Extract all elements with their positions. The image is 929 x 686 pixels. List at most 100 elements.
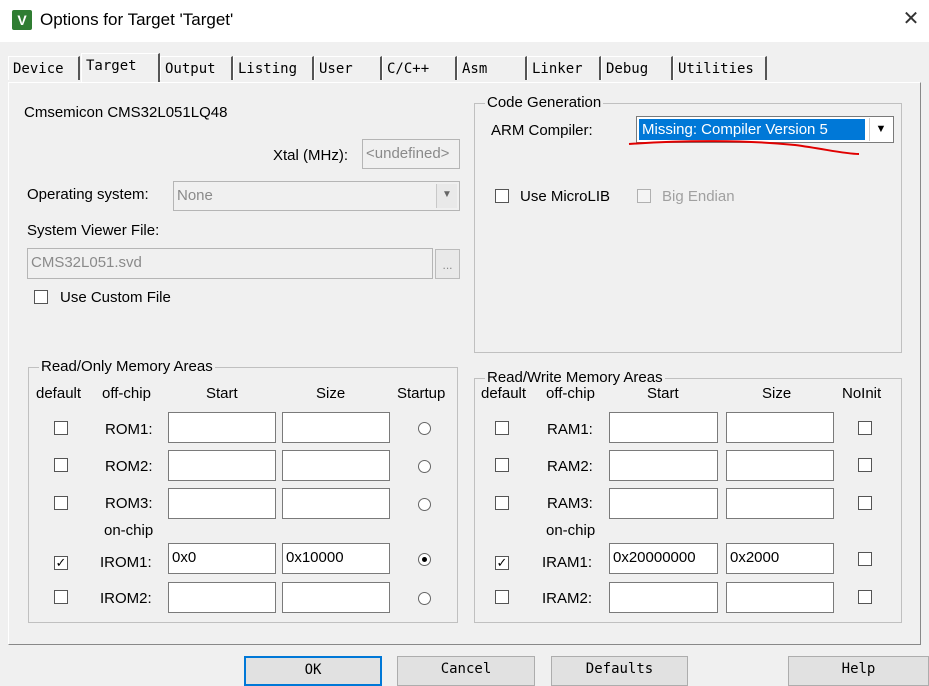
rom2-label: ROM2: [105,458,153,475]
tab-user[interactable]: User [314,56,382,80]
ram2-start-input[interactable] [609,450,718,481]
use-custom-file-label: Use Custom File [60,289,171,306]
ram3-default-checkbox[interactable] [495,496,509,510]
irom1-size-input[interactable]: 0x10000 [282,543,390,574]
tab-utilities[interactable]: Utilities [673,56,767,80]
os-label: Operating system: [27,186,149,203]
irom1-start-input[interactable]: 0x0 [168,543,276,574]
ram2-size-input[interactable] [726,450,834,481]
tab-debug[interactable]: Debug [601,56,673,80]
os-select[interactable]: None ▼ [173,181,460,211]
rw-header-offchip: off-chip [546,385,595,402]
keil-uvision-icon: V [12,10,32,30]
xtal-input[interactable]: <undefined> [362,139,460,169]
big-endian-checkbox[interactable] [637,189,651,203]
iram2-label: IRAM2: [542,590,593,607]
rom1-start-input[interactable] [168,412,276,443]
rom3-size-input[interactable] [282,488,390,519]
ram3-size-input[interactable] [726,488,834,519]
os-select-value: None [177,187,213,204]
rom2-start-input[interactable] [168,450,276,481]
irom1-label: IROM1: [100,554,152,571]
rw-header-default: default [481,385,527,402]
iram1-label: IRAM1: [542,554,593,571]
irom1-startup-radio[interactable] [418,553,431,566]
ro-header-default: default [36,385,82,402]
ram3-start-input[interactable] [609,488,718,519]
iram1-noinit-checkbox[interactable] [858,552,872,566]
iram1-start-input[interactable]: 0x20000000 [609,543,718,574]
iram1-size-input[interactable]: 0x2000 [726,543,834,574]
rom2-default-checkbox[interactable] [54,458,68,472]
use-microlib-checkbox[interactable] [495,189,509,203]
rw-header-start: Start [647,385,679,402]
rom3-start-input[interactable] [168,488,276,519]
rom3-label: ROM3: [105,495,153,512]
ram3-label: RAM3: [547,495,593,512]
ram2-label: RAM2: [547,458,593,475]
irom2-start-input[interactable] [168,582,276,613]
use-custom-file-checkbox[interactable] [34,290,48,304]
ro-header-start: Start [206,385,238,402]
iram1-default-checkbox[interactable]: ✓ [495,556,509,570]
irom2-size-input[interactable] [282,582,390,613]
title-bar: V Options for Target 'Target' ✕ [0,0,929,42]
irom2-startup-radio[interactable] [418,592,431,605]
red-underline-annotation [628,140,860,155]
chevron-down-icon: ▼ [869,118,892,141]
tab-linker[interactable]: Linker [527,56,601,80]
rom2-size-input[interactable] [282,450,390,481]
svd-input[interactable]: CMS32L051.svd [27,248,433,279]
ram2-default-checkbox[interactable] [495,458,509,472]
arm-compiler-label: ARM Compiler: [491,122,593,139]
iram2-size-input[interactable] [726,582,834,613]
rw-header-size: Size [762,385,792,402]
rom1-size-input[interactable] [282,412,390,443]
ram1-label: RAM1: [547,421,593,438]
rom2-startup-radio[interactable] [418,460,431,473]
code-generation-title: Code Generation [485,94,604,111]
ram2-noinit-checkbox[interactable] [858,458,872,472]
rw-header-noinit: NoInit [842,385,882,402]
irom1-default-checkbox[interactable]: ✓ [54,556,68,570]
ram1-size-input[interactable] [726,412,834,443]
arm-compiler-value: Missing: Compiler Version 5 [638,118,866,141]
ram1-start-input[interactable] [609,412,718,443]
iram2-default-checkbox[interactable] [495,590,509,604]
chevron-down-icon: ▼ [436,184,457,208]
cancel-button[interactable]: Cancel [397,656,535,686]
tab-device[interactable]: Device [8,56,80,80]
ram3-noinit-checkbox[interactable] [858,496,872,510]
window-title: Options for Target 'Target' [40,10,234,29]
irom2-label: IROM2: [100,590,152,607]
browse-svd-button[interactable]: ... [435,249,460,279]
ro-header-startup: Startup [397,385,446,402]
tab-output[interactable]: Output [160,56,233,80]
ok-button[interactable]: OK [244,656,382,686]
defaults-button[interactable]: Defaults [551,656,688,686]
ro-onchip-label: on-chip [104,522,154,539]
ro-memory-title: Read/Only Memory Areas [39,358,215,375]
ram1-default-checkbox[interactable] [495,421,509,435]
rom1-startup-radio[interactable] [418,422,431,435]
irom2-default-checkbox[interactable] [54,590,68,604]
close-icon[interactable]: ✕ [900,8,922,30]
device-name: Cmsemicon CMS32L051LQ48 [24,104,228,121]
ro-header-offchip: off-chip [102,385,151,402]
help-button[interactable]: Help [788,656,929,686]
ro-header-size: Size [316,385,346,402]
rom1-default-checkbox[interactable] [54,421,68,435]
rom1-label: ROM1: [105,421,153,438]
use-microlib-label: Use MicroLIB [520,188,611,205]
iram2-start-input[interactable] [609,582,718,613]
xtal-label: Xtal (MHz): [273,147,348,164]
rom3-default-checkbox[interactable] [54,496,68,510]
tab-listing[interactable]: Listing [233,56,314,80]
rom3-startup-radio[interactable] [418,498,431,511]
tab-c-cpp[interactable]: C/C++ [382,56,457,80]
tab-target[interactable]: Target [81,53,160,82]
iram2-noinit-checkbox[interactable] [858,590,872,604]
ram1-noinit-checkbox[interactable] [858,421,872,435]
tab-asm[interactable]: Asm [457,56,527,80]
rw-onchip-label: on-chip [546,522,596,539]
